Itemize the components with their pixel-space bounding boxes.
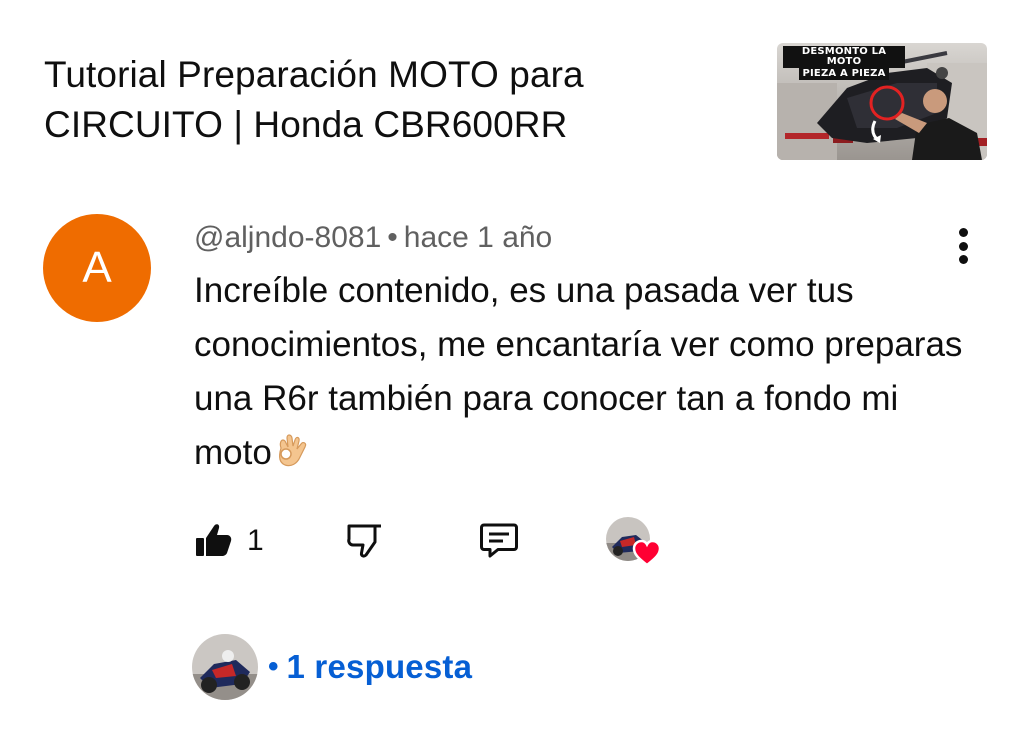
creator-heart-badge	[606, 517, 664, 567]
avatar-letter: A	[82, 243, 112, 292]
thumbnail-text-line2: PIEZA A PIEZA	[799, 68, 889, 80]
replies-bullet: •	[268, 650, 279, 683]
replies-count-label[interactable]: 1 respuesta	[287, 648, 473, 686]
comment-body: Increíble contenido, es una pasada ver t…	[194, 264, 984, 486]
reply-icon	[480, 523, 518, 558]
commenter-avatar[interactable]: A	[43, 214, 151, 322]
comment-author[interactable]: @aljndo-8081	[194, 221, 381, 254]
like-count: 1	[247, 524, 264, 557]
thumbnail-text-line1: DESMONTO LA MOTO	[783, 46, 905, 68]
more-vertical-icon	[958, 228, 968, 237]
video-title[interactable]: Tutorial Preparación MOTO para CIRCUITO …	[44, 50, 744, 150]
comment-meta: @aljndo-8081 • hace 1 año	[194, 220, 552, 256]
more-dot	[958, 255, 968, 264]
view-replies-button[interactable]: • 1 respuesta	[192, 634, 472, 700]
replier-avatar	[192, 634, 258, 700]
more-dot	[958, 241, 968, 251]
meta-separator: •	[387, 221, 398, 254]
like-button[interactable]	[194, 520, 234, 560]
thumbs-down-icon	[347, 524, 381, 558]
video-thumbnail[interactable]: DESMONTO LA MOTO PIEZA A PIEZA	[777, 43, 987, 160]
more-options-button[interactable]	[946, 226, 980, 266]
heart-icon	[632, 539, 662, 567]
thumbnail-banner: DESMONTO LA MOTO PIEZA A PIEZA	[783, 46, 905, 80]
reply-button[interactable]	[478, 519, 520, 561]
ok-hand-emoji	[273, 432, 311, 486]
dislike-button[interactable]	[345, 520, 385, 560]
comment-time: hace 1 año	[403, 221, 553, 254]
thumbs-up-icon	[196, 524, 232, 556]
